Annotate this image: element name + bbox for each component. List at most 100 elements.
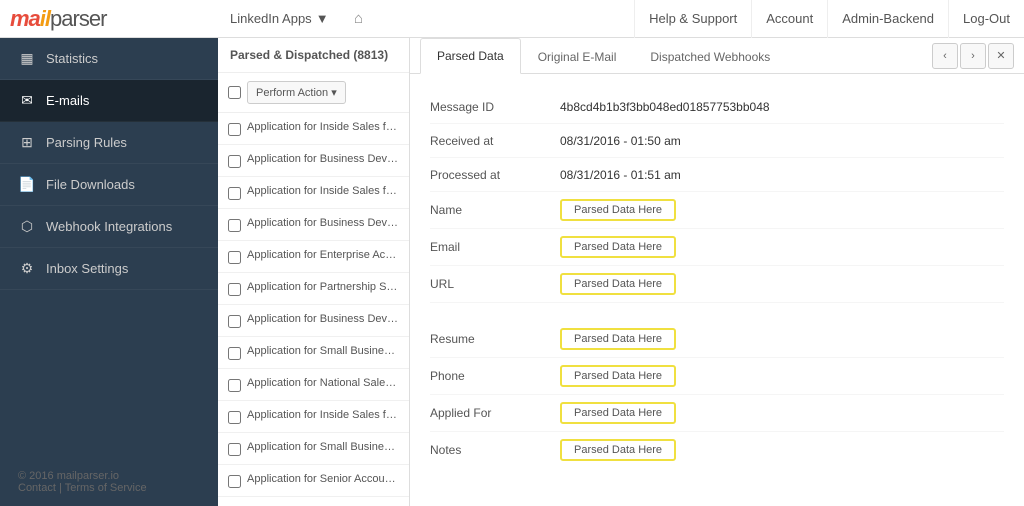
detail-row: Message ID4b8cd4b1b3f3bb048ed01857753bb0… (430, 90, 1004, 124)
email-checkbox[interactable] (228, 347, 241, 360)
email-checkbox[interactable] (228, 123, 241, 136)
email-list-toolbar: Perform Action ▾ (218, 73, 409, 113)
admin-backend-link[interactable]: Admin-Backend (827, 0, 948, 38)
copyright-text: © 2016 mailparser.io (18, 470, 200, 482)
main-layout: ▦ Statistics ✉ E-mails ⊞ Parsing Rules 📄… (0, 38, 1024, 506)
email-checkbox[interactable] (228, 219, 241, 232)
email-item-text: Application for National Sales … (247, 377, 399, 389)
list-item[interactable]: Application for Business Deve… (218, 145, 409, 177)
list-item[interactable]: Application for Business Deve… (218, 209, 409, 241)
contact-link[interactable]: Contact (18, 482, 56, 494)
email-item-text: Application for Inside Sales fro… (247, 121, 399, 133)
settings-icon: ⚙ (18, 260, 36, 277)
list-item[interactable]: Application for Inside Sales fro… (218, 401, 409, 433)
list-item[interactable]: Application for Inside Sales fro… (218, 177, 409, 209)
detail-row: URLParsed Data Here (430, 266, 1004, 303)
tab-original-email[interactable]: Original E-Mail (521, 39, 634, 74)
email-checkbox[interactable] (228, 251, 241, 264)
email-item-text: Application for Business Deve… (247, 153, 399, 165)
sidebar: ▦ Statistics ✉ E-mails ⊞ Parsing Rules 📄… (0, 38, 218, 506)
detail-field-value: 4b8cd4b1b3f3bb048ed01857753bb048 (560, 100, 770, 114)
parsed-data-badge: Parsed Data Here (560, 328, 676, 350)
next-button[interactable]: › (960, 43, 986, 69)
sidebar-item-file-downloads[interactable]: 📄 File Downloads (0, 164, 218, 206)
detail-field-label: Notes (430, 443, 560, 457)
help-support-link[interactable]: Help & Support (634, 0, 751, 38)
close-button[interactable]: ✕ (988, 43, 1014, 69)
file-icon: 📄 (18, 176, 36, 193)
logout-link[interactable]: Log-Out (948, 0, 1024, 38)
linkedin-apps-dropdown[interactable]: LinkedIn Apps ▼ (220, 0, 339, 38)
dropdown-arrow-icon: ▼ (316, 11, 329, 26)
sidebar-item-emails-label: E-mails (46, 93, 89, 108)
email-item-text: Application for Senior Account… (247, 473, 399, 485)
linkedin-apps-label: LinkedIn Apps (230, 11, 312, 26)
email-checkbox[interactable] (228, 187, 241, 200)
footer-links: Contact | Terms of Service (18, 482, 200, 494)
email-icon: ✉ (18, 92, 36, 109)
detail-field-label: URL (430, 277, 560, 291)
email-checkbox[interactable] (228, 411, 241, 424)
sidebar-item-webhook-label: Webhook Integrations (46, 219, 172, 234)
detail-spacer (430, 303, 1004, 321)
tab-parsed-data[interactable]: Parsed Data (420, 38, 521, 74)
sidebar-item-file-downloads-label: File Downloads (46, 177, 135, 192)
select-all-checkbox[interactable] (228, 86, 241, 99)
detail-field-value: Parsed Data Here (560, 328, 676, 350)
detail-field-label: Message ID (430, 100, 560, 114)
email-checkbox[interactable] (228, 315, 241, 328)
email-item-text: Application for Inside Sales fro… (247, 409, 399, 421)
email-checkbox[interactable] (228, 475, 241, 488)
detail-field-value: Parsed Data Here (560, 402, 676, 424)
parsed-data-badge: Parsed Data Here (560, 199, 676, 221)
detail-row: NameParsed Data Here (430, 192, 1004, 229)
email-item-text: Application for Partnership Sa… (247, 281, 399, 293)
list-item[interactable]: Application for Business Deve… (218, 305, 409, 337)
detail-tabs: Parsed Data Original E-Mail Dispatched W… (410, 38, 1024, 74)
terms-link[interactable]: Terms of Service (65, 482, 147, 494)
sidebar-item-inbox-settings-label: Inbox Settings (46, 261, 128, 276)
detail-field-label: Received at (430, 134, 560, 148)
detail-field-value: Parsed Data Here (560, 236, 676, 258)
email-list-items: Application for Inside Sales fro… Applica… (218, 113, 409, 506)
detail-row: NotesParsed Data Here (430, 432, 1004, 468)
detail-field-value: Parsed Data Here (560, 365, 676, 387)
list-item[interactable]: Application for Inside Sales fro… (218, 113, 409, 145)
list-item[interactable]: Application for Enterprise Acc… (218, 241, 409, 273)
email-list-panel: Parsed & Dispatched (8813) Perform Actio… (218, 38, 410, 506)
email-item-text: Application for Business Deve… (247, 217, 399, 229)
detail-field-value: 08/31/2016 - 01:51 am (560, 168, 681, 182)
list-item[interactable]: Application for National Sales … (218, 369, 409, 401)
email-checkbox[interactable] (228, 155, 241, 168)
account-link[interactable]: Account (751, 0, 827, 38)
detail-field-value: Parsed Data Here (560, 273, 676, 295)
sidebar-footer: © 2016 mailparser.io Contact | Terms of … (0, 458, 218, 506)
home-button[interactable]: ⌂ (343, 0, 375, 38)
tab-nav-buttons: ‹ › ✕ (932, 43, 1014, 69)
list-item[interactable]: Application for Partnership Sa… (218, 273, 409, 305)
parsed-data-badge: Parsed Data Here (560, 236, 676, 258)
list-item[interactable]: Application for Small Business… (218, 337, 409, 369)
detail-field-label: Processed at (430, 168, 560, 182)
email-checkbox[interactable] (228, 443, 241, 456)
list-item[interactable]: Application for Small Business… (218, 433, 409, 465)
perform-action-button[interactable]: Perform Action ▾ (247, 81, 346, 104)
detail-field-label: Applied For (430, 406, 560, 420)
email-checkbox[interactable] (228, 379, 241, 392)
sidebar-item-statistics-label: Statistics (46, 51, 98, 66)
tab-dispatched-webhooks[interactable]: Dispatched Webhooks (633, 39, 787, 74)
detail-field-label: Phone (430, 369, 560, 383)
sidebar-item-emails[interactable]: ✉ E-mails (0, 80, 218, 122)
sidebar-item-inbox-settings[interactable]: ⚙ Inbox Settings (0, 248, 218, 290)
sidebar-item-parsing-rules-label: Parsing Rules (46, 135, 127, 150)
sidebar-item-parsing-rules[interactable]: ⊞ Parsing Rules (0, 122, 218, 164)
list-item[interactable]: Application for Senior Account… (218, 465, 409, 497)
sidebar-item-webhook-integrations[interactable]: ⬡ Webhook Integrations (0, 206, 218, 248)
sidebar-item-statistics[interactable]: ▦ Statistics (0, 38, 218, 80)
prev-button[interactable]: ‹ (932, 43, 958, 69)
email-list-header: Parsed & Dispatched (8813) (218, 38, 409, 73)
email-checkbox[interactable] (228, 283, 241, 296)
content-area: Parsed & Dispatched (8813) Perform Actio… (218, 38, 1024, 506)
logo-mail: mail (10, 6, 50, 32)
detail-row: Applied ForParsed Data Here (430, 395, 1004, 432)
